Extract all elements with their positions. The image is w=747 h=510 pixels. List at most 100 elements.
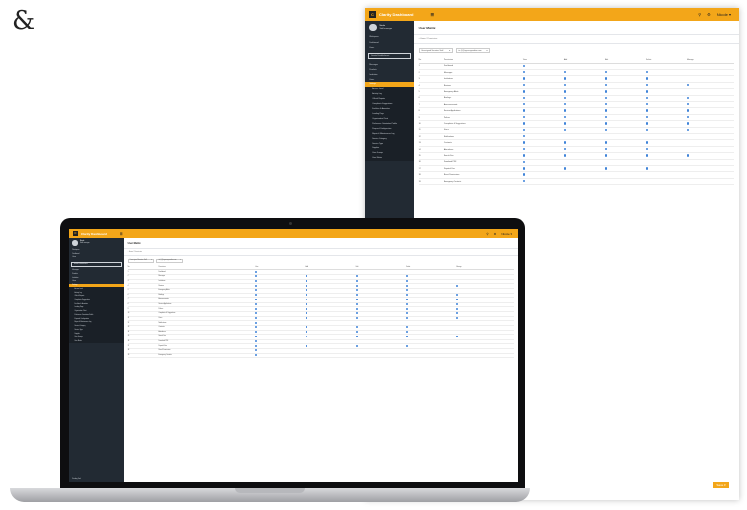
permission-checkbox[interactable] [522,141,526,144]
permission-checkbox[interactable] [305,303,308,306]
permission-checkbox[interactable] [355,335,358,338]
permission-checkbox[interactable] [255,335,258,338]
permission-checkbox[interactable] [563,70,567,74]
permission-checkbox[interactable] [305,298,308,301]
permission-checkbox[interactable] [406,326,408,329]
permission-checkbox[interactable] [563,154,567,157]
permission-checkbox[interactable] [456,335,459,338]
permission-checkbox[interactable] [406,298,408,301]
permission-checkbox[interactable] [522,115,526,119]
permission-checkbox[interactable] [255,298,258,301]
permission-checkbox[interactable] [604,109,608,112]
permission-checkbox[interactable] [522,70,526,74]
permission-checkbox[interactable] [522,64,526,68]
user-menu[interactable]: Nicole ▾ [717,12,731,17]
permission-checkbox[interactable] [355,312,358,315]
permission-checkbox[interactable] [255,307,258,310]
permission-checkbox[interactable] [604,167,608,170]
permission-checkbox[interactable] [456,293,459,296]
sidebar-item-top-1[interactable]: Users [365,45,414,50]
pending-task-item[interactable]: Pending Task [69,477,124,482]
permission-checkbox[interactable] [456,298,459,301]
save-button[interactable]: Save ▾ [713,482,729,488]
permission-checkbox[interactable] [456,307,459,310]
permission-checkbox[interactable] [645,154,649,157]
permission-checkbox[interactable] [686,96,690,100]
permission-checkbox[interactable] [563,83,567,87]
permission-checkbox[interactable] [563,115,567,119]
permission-checkbox[interactable] [406,330,408,333]
permission-checkbox[interactable] [563,96,567,100]
permission-checkbox[interactable] [456,317,459,319]
permission-checkbox[interactable] [255,330,258,333]
permission-checkbox[interactable] [645,141,649,144]
permission-checkbox[interactable] [522,135,526,138]
gear-icon[interactable]: ⚙ [494,232,497,236]
permission-checkbox[interactable] [604,83,608,87]
permission-checkbox[interactable] [255,289,258,292]
permission-checkbox[interactable] [522,128,526,132]
permission-checkbox[interactable] [255,284,258,287]
permission-checkbox[interactable] [255,321,258,324]
sidebar-item-sub-14[interactable]: User Matrix [365,155,414,161]
permission-checkbox[interactable] [522,173,526,176]
permission-checkbox[interactable] [255,275,258,278]
permission-checkbox[interactable] [305,335,308,338]
permission-checkbox[interactable] [255,317,258,319]
establishment-select[interactable]: Senate Establishment [367,53,412,60]
permission-checkbox[interactable] [406,293,408,296]
permission-checkbox[interactable] [355,330,358,333]
permission-checkbox[interactable] [305,275,308,278]
permission-checkbox[interactable] [406,307,408,310]
permission-checkbox[interactable] [255,340,258,343]
breadcrumb[interactable]: ⌂ Home / Permission [414,35,739,45]
permission-checkbox[interactable] [255,270,258,273]
permission-checkbox[interactable] [406,344,408,347]
permission-checkbox[interactable] [604,147,608,151]
permission-checkbox[interactable] [604,77,608,80]
permission-checkbox[interactable] [355,307,358,310]
permission-checkbox[interactable] [406,280,408,282]
permission-checkbox[interactable] [686,154,690,157]
email-select[interactable]: its.@@agreengaurdian.com ▾ [156,258,183,263]
permission-checkbox[interactable] [522,160,526,164]
permission-checkbox[interactable] [255,293,258,296]
permission-checkbox[interactable] [406,312,408,315]
permission-checkbox[interactable] [355,344,358,347]
permission-checkbox[interactable] [645,167,649,170]
establishment-select[interactable]: Senate Establishment [71,261,122,267]
permission-checkbox[interactable] [645,77,649,80]
permission-checkbox[interactable] [355,280,358,282]
permission-checkbox[interactable] [563,90,567,93]
permission-checkbox[interactable] [305,330,308,333]
permission-checkbox[interactable] [522,83,526,87]
permission-checkbox[interactable] [305,293,308,296]
permission-checkbox[interactable] [522,167,526,170]
permission-checkbox[interactable] [645,90,649,93]
permission-checkbox[interactable] [255,326,258,329]
permission-checkbox[interactable] [645,109,649,112]
permission-checkbox[interactable] [604,128,608,132]
permission-checkbox[interactable] [604,154,608,157]
permission-checkbox[interactable] [355,293,358,296]
permission-checkbox[interactable] [355,326,358,329]
permission-checkbox[interactable] [522,179,526,183]
permission-checkbox[interactable] [522,96,526,100]
permission-checkbox[interactable] [406,303,408,306]
permission-checkbox[interactable] [604,96,608,100]
permission-checkbox[interactable] [255,354,258,356]
permission-checkbox[interactable] [406,289,408,292]
permission-checkbox[interactable] [355,284,358,287]
permission-checkbox[interactable] [645,96,649,100]
permission-checkbox[interactable] [522,154,526,157]
permission-checkbox[interactable] [406,275,408,278]
permission-checkbox[interactable] [456,303,459,306]
permission-checkbox[interactable] [522,147,526,151]
permission-checkbox[interactable] [305,280,308,282]
permission-checkbox[interactable] [355,298,358,301]
permission-checkbox[interactable] [406,284,408,287]
permission-checkbox[interactable] [645,122,649,125]
permission-checkbox[interactable] [255,349,258,352]
menu-icon[interactable]: ☰ [120,232,123,236]
permission-checkbox[interactable] [522,122,526,125]
